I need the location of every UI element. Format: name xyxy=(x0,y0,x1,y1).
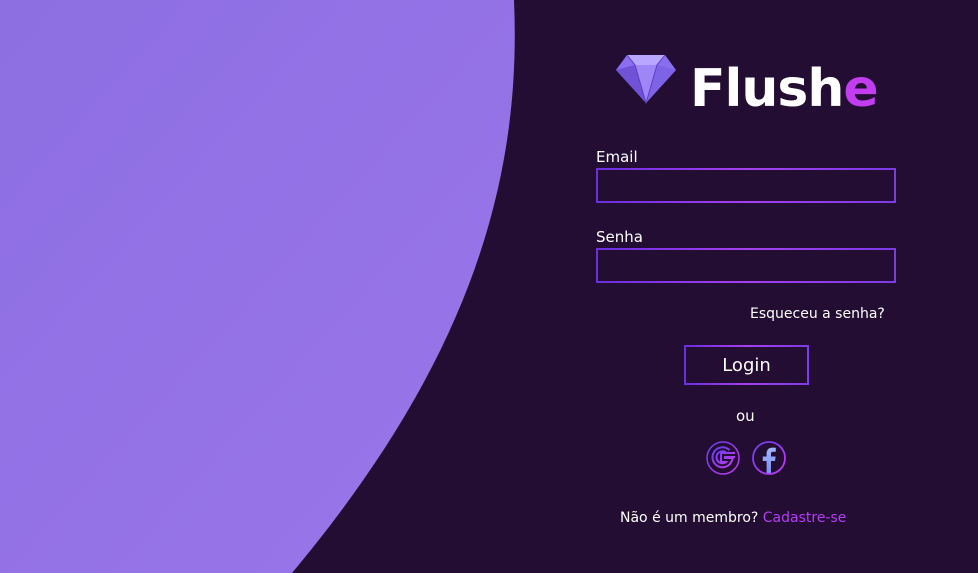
app-title-main: Flush xyxy=(690,59,844,119)
facebook-icon xyxy=(752,441,786,475)
password-field[interactable] xyxy=(598,250,894,281)
brand-logo: Flushe xyxy=(612,50,892,120)
login-button[interactable]: Login xyxy=(684,345,809,385)
app-title: Flushe xyxy=(690,54,879,124)
google-icon xyxy=(706,441,740,475)
facebook-login-button[interactable] xyxy=(751,440,787,476)
email-label: Email xyxy=(596,148,638,166)
or-divider-text: ou xyxy=(736,407,755,425)
diamond-icon xyxy=(616,54,676,105)
forgot-password-link[interactable]: Esqueceu a senha? xyxy=(750,306,885,322)
signup-prompt: Não é um membro? Cadastre-se xyxy=(620,510,846,526)
signup-link[interactable]: Cadastre-se xyxy=(763,510,847,526)
password-label: Senha xyxy=(596,228,643,246)
email-field[interactable] xyxy=(598,170,894,201)
app-title-accent: e xyxy=(843,59,878,119)
google-login-button[interactable] xyxy=(705,440,741,476)
email-field-wrapper xyxy=(596,168,896,203)
password-field-wrapper xyxy=(596,248,896,283)
signup-prompt-text: Não é um membro? xyxy=(620,510,759,526)
